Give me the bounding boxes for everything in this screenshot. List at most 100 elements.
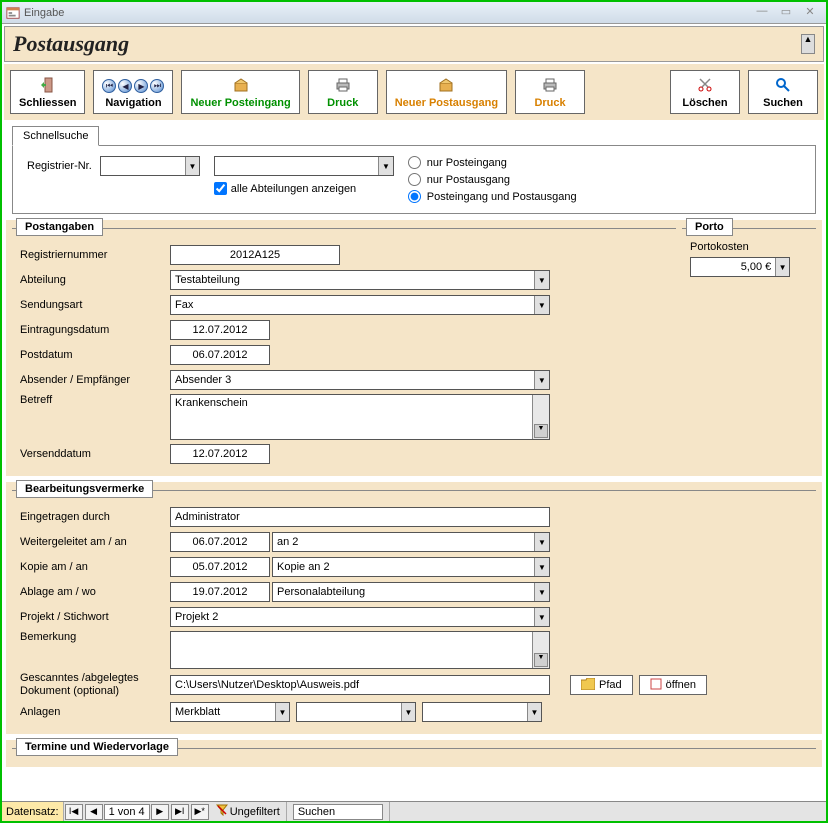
copy-to[interactable]: ▼	[272, 557, 550, 577]
page-title: Postausgang	[13, 31, 129, 57]
regnum-label: Registrier-Nr.	[27, 160, 92, 172]
close-window-button[interactable]: ✕	[798, 5, 822, 21]
sendtype-field[interactable]: ▼	[170, 295, 550, 315]
maximize-button[interactable]: ▭	[774, 5, 798, 21]
recnav-new[interactable]: ▶*	[191, 804, 209, 820]
bearb-group: Bearbeitungsvermerke Eingetragen durch A…	[12, 490, 816, 732]
porto-title: Porto	[686, 218, 733, 236]
dept-field[interactable]: ▼	[170, 270, 550, 290]
sender-label: Absender / Empfänger	[20, 374, 170, 386]
search-button[interactable]: Suchen	[748, 70, 818, 114]
portokosten-field[interactable]: ▼	[690, 257, 790, 277]
senddate-field[interactable]: 12.07.2012	[170, 444, 270, 464]
print-incoming-button[interactable]: Druck	[308, 70, 378, 114]
attach-3[interactable]: ▼	[422, 702, 542, 722]
scissors-icon	[697, 77, 713, 96]
subject-label: Betreff	[20, 394, 170, 406]
attach-1[interactable]: ▼	[170, 702, 290, 722]
regnum-value: 2012A125	[170, 245, 340, 265]
path-button[interactable]: Pfad	[570, 675, 633, 695]
copy-date[interactable]: 05.07.2012	[170, 557, 270, 577]
titlebar: Eingabe — ▭ ✕	[2, 2, 826, 24]
senddate-label: Versenddatum	[20, 448, 170, 460]
folder-icon	[581, 678, 595, 693]
all-dept-checkbox[interactable]: alle Abteilungen anzeigen	[214, 182, 394, 195]
package-out-icon	[438, 77, 454, 96]
project-field[interactable]: ▼	[170, 607, 550, 627]
printer-icon	[542, 77, 558, 96]
enteredby-label: Eingetragen durch	[20, 511, 170, 523]
recnav-last[interactable]: ▶I	[171, 804, 189, 820]
nav-first-icon: ⏮	[102, 79, 116, 93]
radio-both[interactable]: Posteingang und Postausgang	[408, 190, 577, 203]
project-label: Projekt / Stichwort	[20, 611, 170, 623]
dept-label: Abteilung	[20, 274, 170, 286]
forwarded-date[interactable]: 06.07.2012	[170, 532, 270, 552]
forwarded-to[interactable]: ▼	[272, 532, 550, 552]
postdate-field[interactable]: 06.07.2012	[170, 345, 270, 365]
filing-date[interactable]: 19.07.2012	[170, 582, 270, 602]
printer-icon	[335, 77, 351, 96]
porto-group: Porto Portokosten ▼	[682, 228, 816, 474]
remark-field[interactable]: ▼	[170, 631, 550, 669]
post-group: Postangaben Registriernummer 2012A125 Ab…	[12, 228, 676, 474]
post-group-title: Postangaben	[16, 218, 103, 236]
form-icon	[6, 6, 20, 20]
nav-last-icon: ⏭	[150, 79, 164, 93]
package-in-icon	[233, 77, 249, 96]
new-incoming-button[interactable]: Neuer Posteingang	[181, 70, 299, 114]
recnav-next[interactable]: ▶	[151, 804, 169, 820]
bearb-title: Bearbeitungsvermerke	[16, 480, 153, 498]
header-scroll-up[interactable]: ▲	[801, 34, 815, 54]
print-outgoing-button[interactable]: Druck	[515, 70, 585, 114]
dept-combo[interactable]: ▼	[214, 156, 394, 176]
attach-2[interactable]: ▼	[296, 702, 416, 722]
attach-label: Anlagen	[20, 706, 170, 718]
recnav-filter[interactable]: Ungefiltert	[210, 802, 287, 821]
recnav-search[interactable]: Suchen	[293, 804, 383, 820]
navigation-button[interactable]: ⏮ ◀ ▶ ⏭ Navigation	[93, 70, 173, 114]
radio-incoming[interactable]: nur Posteingang	[408, 156, 577, 169]
quicksearch-tab[interactable]: Schnellsuche	[12, 126, 99, 146]
entrydate-field[interactable]: 12.07.2012	[170, 320, 270, 340]
filter-icon	[216, 804, 228, 819]
forwarded-label: Weitergeleitet am / an	[20, 536, 170, 548]
enteredby-field: Administrator	[170, 507, 550, 527]
scanned-label: Gescanntes /abgelegtes Dokument (optiona…	[20, 672, 170, 698]
scanned-path[interactable]: C:\Users\Nutzer\Desktop\Ausweis.pdf	[170, 675, 550, 695]
window-title: Eingabe	[24, 7, 750, 19]
regnum-combo[interactable]: ▼	[100, 156, 200, 176]
copy-label: Kopie am / an	[20, 561, 170, 573]
recnav-label: Datensatz:	[2, 802, 64, 821]
sendtype-label: Sendungsart	[20, 299, 170, 311]
page-header: Postausgang ▲	[4, 26, 824, 62]
toolbar: Schliessen ⏮ ◀ ▶ ⏭ Navigation Neuer Post…	[4, 64, 824, 120]
filing-label: Ablage am / wo	[20, 586, 170, 598]
chevron-down-icon: ▼	[378, 157, 393, 175]
termine-group: Termine und Wiedervorlage	[12, 748, 816, 767]
magnifier-icon	[775, 77, 791, 96]
remark-label: Bemerkung	[20, 631, 170, 643]
quicksearch-area: Schnellsuche Registrier-Nr. ▼ ▼ alle Abt…	[12, 126, 816, 214]
recnav-prev[interactable]: ◀	[85, 804, 103, 820]
sender-field[interactable]: ▼	[170, 370, 550, 390]
portokosten-label: Portokosten	[690, 241, 808, 253]
nav-prev-icon: ◀	[118, 79, 132, 93]
record-navigator: Datensatz: I◀ ◀ 1 von 4 ▶ ▶I ▶* Ungefilt…	[2, 801, 826, 821]
subject-field[interactable]: Krankenschein ▼	[170, 394, 550, 440]
delete-button[interactable]: Löschen	[670, 70, 740, 114]
filing-where[interactable]: ▼	[272, 582, 550, 602]
open-button[interactable]: öffnen	[639, 675, 707, 695]
recnav-pos: 1 von 4	[104, 804, 150, 820]
postdate-label: Postdatum	[20, 349, 170, 361]
chevron-down-icon: ▼	[185, 157, 199, 175]
radio-outgoing[interactable]: nur Postausgang	[408, 173, 577, 186]
minimize-button[interactable]: —	[750, 5, 774, 21]
recnav-first[interactable]: I◀	[65, 804, 83, 820]
close-button[interactable]: Schliessen	[10, 70, 85, 114]
mail-filter-radios: nur Posteingang nur Postausgang Posteing…	[408, 156, 577, 203]
new-outgoing-button[interactable]: Neuer Postausgang	[386, 70, 507, 114]
termine-title: Termine und Wiedervorlage	[16, 738, 178, 756]
entrydate-label: Eintragungsdatum	[20, 324, 170, 336]
door-icon	[40, 77, 56, 96]
